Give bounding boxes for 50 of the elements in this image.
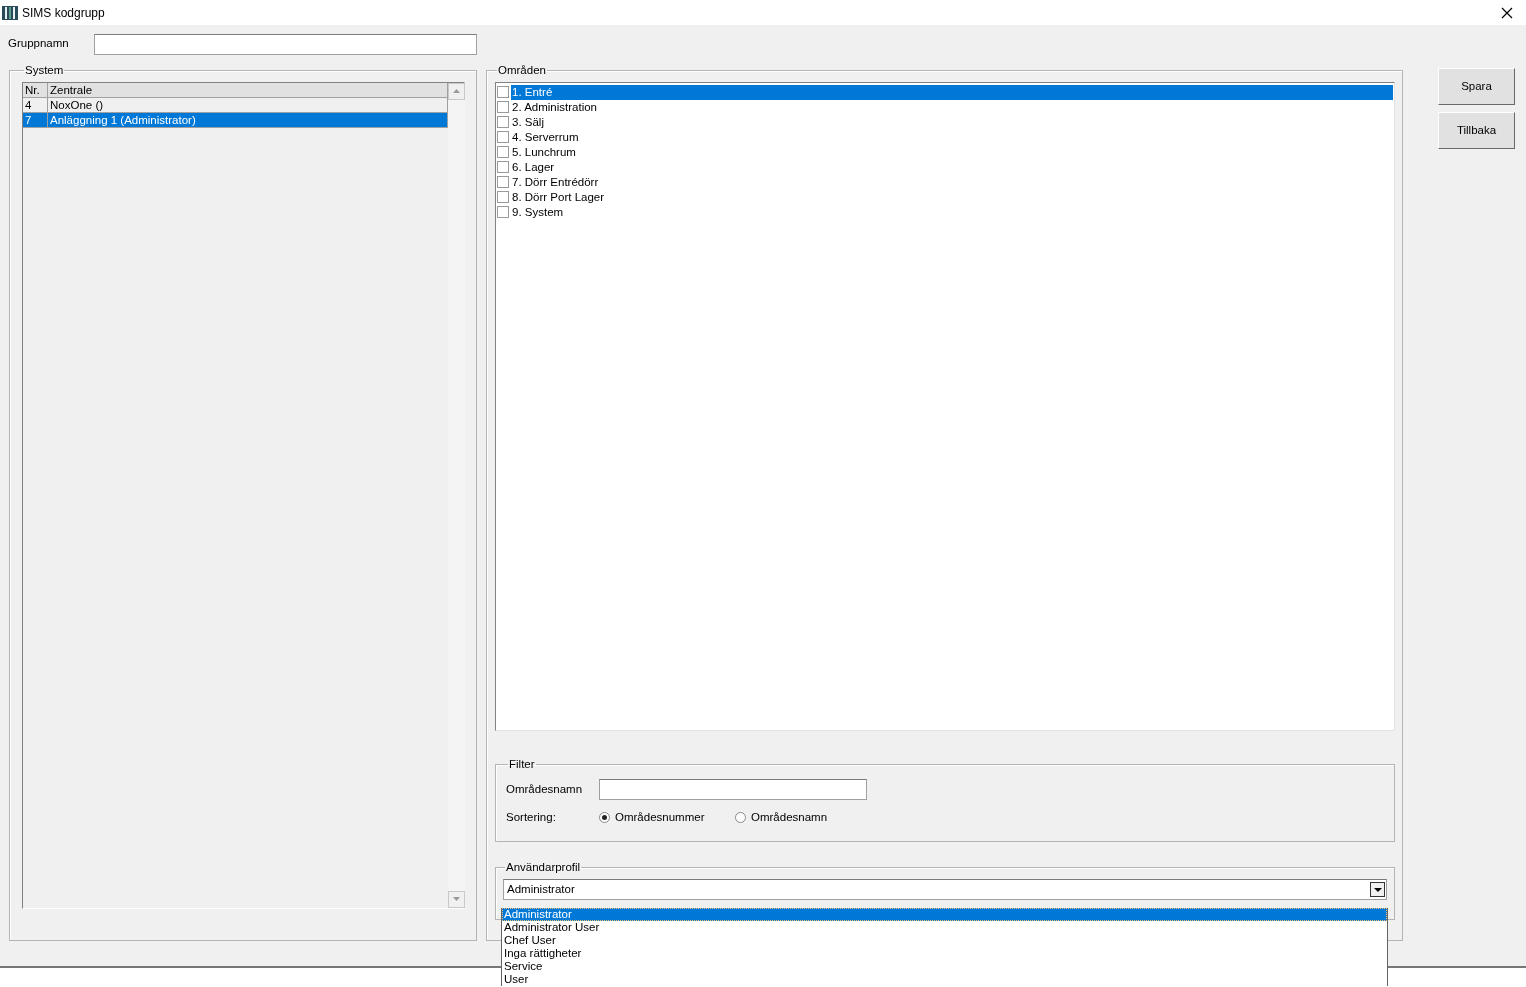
close-icon [1501,6,1513,19]
profile-dropdown[interactable]: Administrator [503,879,1387,900]
list-item[interactable]: 7. Dörr Entrédörr [511,174,1393,190]
dropdown-option[interactable]: Service [502,960,1387,973]
dropdown-option[interactable]: Administrator User [502,921,1387,934]
radio-label[interactable]: Områdesnummer [615,809,705,827]
list-item[interactable]: 6. Lager [511,159,1393,175]
field-label: Områdesnamn [506,781,584,797]
dropdown-option[interactable]: Chef User [502,934,1387,947]
list-item[interactable]: 5. Lunchrum [511,144,1393,160]
checkbox[interactable] [497,116,509,128]
field-label: Sortering: [506,810,557,825]
input-field[interactable] [599,779,867,800]
checkbox[interactable] [497,86,509,98]
action-button[interactable]: Spara [1438,68,1515,105]
checkbox[interactable] [497,146,509,158]
checkbox[interactable] [497,131,509,143]
checkbox[interactable] [497,101,509,113]
dropdown-arrow-icon [1373,887,1382,892]
group-title: Filter [508,758,536,770]
list-item[interactable]: 9. System [511,204,1393,220]
dropdown-option[interactable]: Inga rättigheter [502,947,1387,960]
list-item[interactable]: 4. Serverrum [511,129,1393,145]
list-item[interactable]: 3. Sälj [511,114,1393,130]
dropdown-option[interactable]: Administrator [502,908,1387,921]
input-field[interactable] [94,33,477,55]
checkbox[interactable] [497,161,509,173]
checkbox[interactable] [497,176,509,188]
column-header[interactable]: Zentrale [48,82,448,98]
group-title: System [24,65,65,77]
column-header[interactable]: Nr. [23,82,48,98]
window-title: SIMS kodgrupp [22,4,106,22]
radio-button[interactable] [599,812,610,824]
app-icon [2,4,18,21]
dropdown-option[interactable]: User [502,973,1387,986]
scroll-up-icon[interactable] [453,89,460,93]
list-item[interactable]: 1. Entré [511,84,1393,100]
scrollbar[interactable] [448,82,465,908]
field-label: Gruppnamn [8,36,70,52]
table-row[interactable]: 4 NoxOne () [23,97,448,113]
scroll-down-icon[interactable] [453,897,460,901]
action-button[interactable]: Tillbaka [1438,112,1515,149]
checkbox[interactable] [497,206,509,218]
group-title: Områden [497,65,547,77]
radio-button[interactable] [735,812,746,824]
list-item[interactable]: 2. Administration [511,99,1393,115]
radio-label[interactable]: Områdesnamn [751,809,828,827]
group-title: Användarprofil [505,861,582,873]
checkbox[interactable] [497,191,509,203]
list-item[interactable]: 8. Dörr Port Lager [511,189,1393,205]
